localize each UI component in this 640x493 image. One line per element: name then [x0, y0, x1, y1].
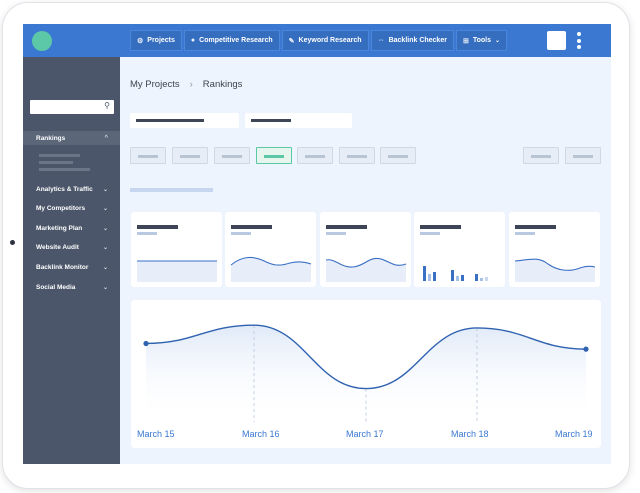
nav-backlink-checker-label: Backlink Checker — [388, 37, 447, 44]
gear-icon: ⚙ — [137, 37, 144, 45]
app-screen: ⚙ Projects ● Competitive Research ✎ Keyw… — [23, 24, 611, 464]
filter-dropdown[interactable] — [130, 113, 239, 128]
metric-card[interactable] — [131, 212, 222, 287]
sidebar-item-rankings[interactable]: Rankings ^ — [23, 131, 120, 145]
chevron-down-icon: ⌄ — [102, 244, 108, 251]
chevron-down-icon: ⌄ — [102, 284, 108, 291]
nav-tools-label: Tools — [472, 37, 491, 44]
device-camera-dot — [10, 240, 15, 245]
section-heading — [130, 188, 213, 192]
app-logo[interactable] — [32, 31, 52, 51]
pen-icon: ✎ — [288, 37, 295, 45]
chevron-down-icon: ⌄ — [102, 205, 108, 212]
sidebar-item-analytics-traffic[interactable]: Analytics & Traffic ⌄ — [23, 182, 120, 196]
chevron-down-icon: ⌄ — [102, 186, 108, 193]
x-axis-label: March 17 — [346, 429, 384, 439]
main-nav: ⚙ Projects ● Competitive Research ✎ Keyw… — [130, 30, 508, 51]
sidebar-item-social-media[interactable]: Social Media ⌄ — [23, 280, 120, 294]
filter-chip[interactable] — [523, 147, 559, 164]
top-navigation-bar: ⚙ Projects ● Competitive Research ✎ Keyw… — [23, 24, 611, 57]
sidebar-item-label: My Competitors — [36, 204, 86, 212]
more-menu-icon[interactable] — [576, 32, 581, 49]
filter-chip[interactable] — [380, 147, 416, 164]
metric-card[interactable] — [414, 212, 505, 287]
breadcrumb-current: Rankings — [202, 79, 243, 90]
grid-icon: ⊞ — [462, 37, 469, 45]
sidebar-item-marketing-plan[interactable]: Marketing Plan ⌄ — [23, 221, 120, 235]
filter-chip[interactable] — [565, 147, 601, 164]
sidebar-item-my-competitors[interactable]: My Competitors ⌄ — [23, 201, 120, 215]
nav-competitive-research[interactable]: ● Competitive Research — [183, 30, 280, 51]
filter-chip[interactable] — [297, 147, 333, 164]
target-icon: ● — [190, 37, 196, 44]
nav-keyword-research-label: Keyword Research — [298, 37, 362, 44]
nav-projects[interactable]: ⚙ Projects — [130, 30, 182, 51]
data-point[interactable] — [143, 340, 149, 347]
metric-card[interactable] — [320, 212, 411, 287]
x-axis-label: March 18 — [451, 429, 489, 439]
sidebar-item-label: Social Media — [36, 283, 76, 291]
filter-chip[interactable] — [339, 147, 375, 164]
filter-chip[interactable] — [172, 147, 208, 164]
nav-backlink-checker[interactable]: ⇔ Backlink Checker — [370, 30, 454, 51]
sidebar-item-backlink-monitor[interactable]: Backlink Monitor ⌄ — [23, 260, 120, 274]
tablet-frame: ⚙ Projects ● Competitive Research ✎ Keyw… — [2, 2, 630, 489]
user-avatar[interactable] — [547, 31, 566, 50]
data-point[interactable] — [583, 346, 589, 352]
sidebar-subitem[interactable] — [39, 161, 73, 164]
chevron-down-icon: ⌄ — [102, 225, 108, 232]
filter-chip[interactable] — [130, 147, 166, 164]
x-axis-label: March 16 — [242, 429, 280, 439]
metric-card[interactable] — [225, 212, 316, 287]
nav-keyword-research[interactable]: ✎ Keyword Research — [281, 30, 369, 51]
breadcrumb-root[interactable]: My Projects — [130, 79, 180, 90]
sidebar-item-label: Marketing Plan — [36, 224, 83, 232]
nav-tools[interactable]: ⊞ Tools ⌄ — [455, 30, 508, 51]
search-icon: ⚲ — [104, 101, 110, 110]
rankings-chart: March 15 March 16 March 17 March 18 Marc… — [131, 300, 601, 448]
chevron-up-icon: ^ — [104, 135, 108, 141]
breadcrumb: My Projects › Rankings — [130, 79, 242, 90]
sidebar-subitem[interactable] — [39, 168, 90, 171]
sidebar-search-input[interactable]: ⚲ — [30, 100, 114, 114]
breadcrumb-separator: › — [189, 79, 193, 90]
link-icon: ⇔ — [377, 37, 385, 44]
x-axis-label: March 15 — [137, 429, 175, 439]
filter-dropdown[interactable] — [245, 113, 352, 128]
filter-chip-active[interactable] — [256, 147, 292, 164]
chevron-down-icon: ⌄ — [494, 38, 501, 44]
rankings-line-chart — [143, 324, 589, 422]
x-axis-label: March 19 — [555, 429, 593, 439]
sidebar-item-label: Analytics & Traffic — [36, 185, 93, 193]
metric-card[interactable] — [509, 212, 600, 287]
sidebar-item-label: Rankings — [36, 134, 66, 142]
chevron-down-icon: ⌄ — [102, 264, 108, 271]
sidebar-item-label: Backlink Monitor — [36, 263, 89, 271]
sidebar-subitem[interactable] — [39, 154, 80, 157]
sidebar-item-website-audit[interactable]: Website Audit ⌄ — [23, 240, 120, 254]
nav-competitive-research-label: Competitive Research — [199, 37, 273, 44]
sidebar-item-label: Website Audit — [36, 243, 79, 251]
nav-projects-label: Projects — [147, 37, 175, 44]
filter-chip[interactable] — [214, 147, 250, 164]
